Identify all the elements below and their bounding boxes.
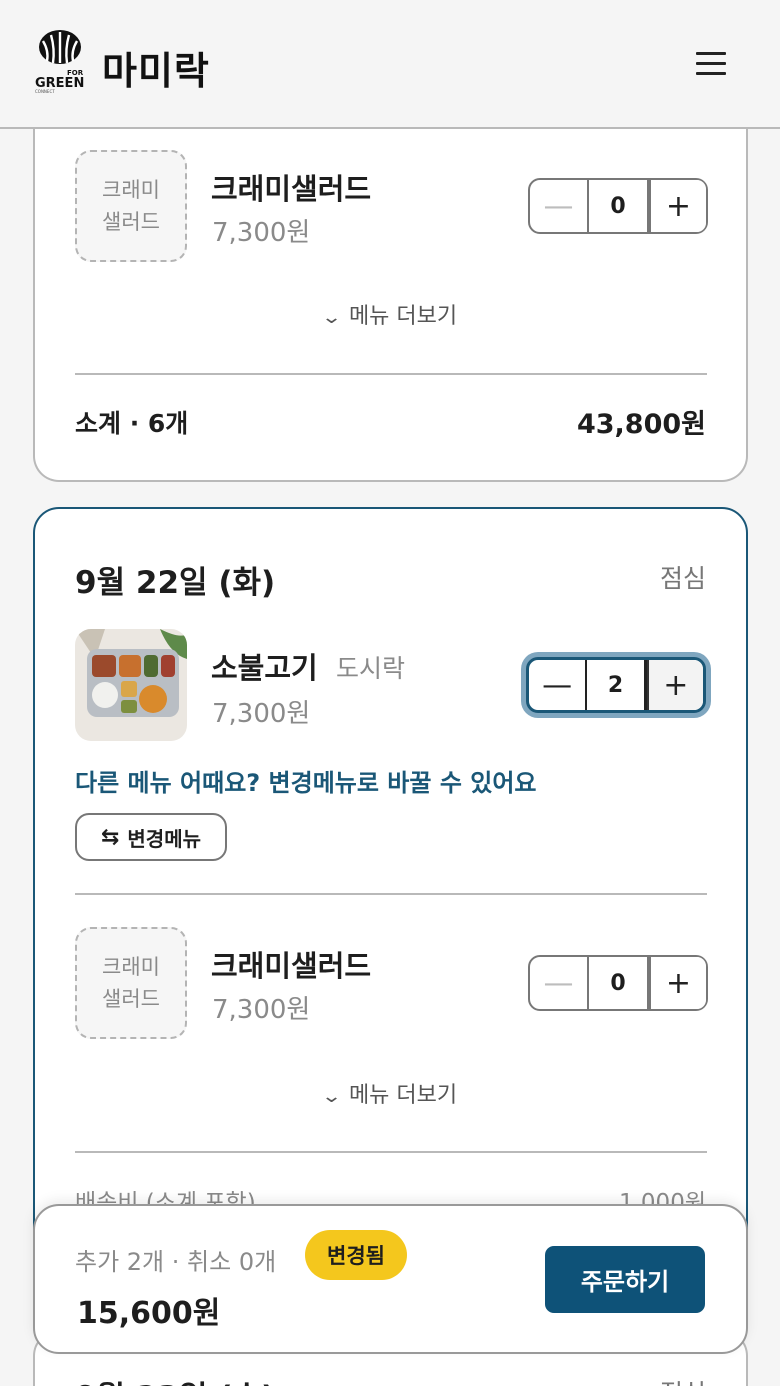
- order-button[interactable]: 주문하기: [545, 1246, 705, 1313]
- change-summary: 추가 2개 · 취소 0개: [75, 1248, 277, 1276]
- menu-more-label: 메뉴 더보기: [348, 304, 458, 329]
- meal-type: 점심: [660, 1374, 706, 1386]
- quantity-value: 0: [587, 957, 649, 1009]
- menu-more-link[interactable]: ⌄ 메뉴 더보기: [35, 298, 746, 330]
- change-menu-label: 변경메뉴: [127, 826, 202, 851]
- divider: [75, 1151, 707, 1153]
- minus-icon[interactable]: —: [530, 180, 587, 232]
- status-badge: 변경됨: [305, 1230, 407, 1280]
- meal-type: 점심: [659, 564, 706, 593]
- menu-more-label: 메뉴 더보기: [348, 1083, 458, 1108]
- quantity-value: 2: [585, 660, 647, 710]
- day-card-previous: 크래미 샐러드 크래미샐러드 7,300원 — 0 + ⌄ 메뉴 더보기 소계 ·…: [33, 90, 748, 482]
- day-card-current: 9월 22일 (화) 점심 소불고기 도시락 7,300원 — 2 + 다른 메…: [33, 507, 748, 1267]
- divider: [75, 893, 707, 895]
- minus-icon[interactable]: —: [530, 957, 587, 1009]
- minus-icon[interactable]: —: [529, 660, 585, 710]
- change-suggestion: 다른 메뉴 어때요? 변경메뉴로 바꿀 수 있어요: [75, 769, 537, 797]
- plus-icon[interactable]: +: [649, 180, 706, 232]
- svg-text:CONNECT: CONNECT: [35, 89, 55, 93]
- total-price: 15,600원: [77, 1296, 221, 1331]
- menu-item-name: 크래미샐러드: [211, 949, 372, 983]
- menu-item-type: 도시락: [336, 654, 406, 683]
- quantity-stepper: — 0 +: [528, 178, 708, 234]
- plus-icon[interactable]: +: [649, 957, 706, 1009]
- menu-image-placeholder: 크래미 샐러드: [75, 150, 187, 262]
- subtotal-value: 43,800원: [576, 409, 706, 440]
- subtotal-label: 소계 · 6개: [75, 409, 189, 438]
- day-date: 9월 23일 (수): [75, 1372, 275, 1386]
- menu-image-placeholder: 크래미 샐러드: [75, 927, 187, 1039]
- bulgogi-lunchbox-image: [75, 629, 187, 741]
- brand-name: 마미락: [102, 49, 210, 93]
- menu-item-price: 7,300원: [212, 218, 311, 248]
- hamburger-menu-icon[interactable]: [696, 52, 726, 76]
- change-menu-button[interactable]: ⇆ 변경메뉴: [75, 813, 227, 861]
- quantity-stepper: — 2 +: [526, 657, 706, 713]
- plus-icon[interactable]: +: [646, 660, 703, 710]
- swap-icon: ⇆: [100, 824, 120, 850]
- chevron-down-icon: ⌄: [320, 307, 342, 328]
- chevron-down-icon: ⌄: [320, 1086, 342, 1107]
- brand-logo[interactable]: FOR GREEN CONNECT: [35, 29, 85, 94]
- order-summary-bar: 추가 2개 · 취소 0개 변경됨 15,600원 주문하기: [33, 1204, 748, 1354]
- day-date: 9월 22일 (화): [75, 565, 276, 601]
- quantity-stepper: — 0 +: [528, 955, 708, 1011]
- menu-item-name: 크래미샐러드: [211, 172, 372, 206]
- divider: [75, 373, 707, 375]
- app-header: FOR GREEN CONNECT 마미락: [0, 0, 780, 129]
- menu-item-price: 7,300원: [212, 995, 311, 1025]
- menu-item-name: 소불고기: [211, 651, 318, 685]
- menu-item-price: 7,300원: [212, 699, 311, 729]
- quantity-value: 0: [587, 180, 649, 232]
- menu-more-link[interactable]: ⌄ 메뉴 더보기: [35, 1077, 746, 1109]
